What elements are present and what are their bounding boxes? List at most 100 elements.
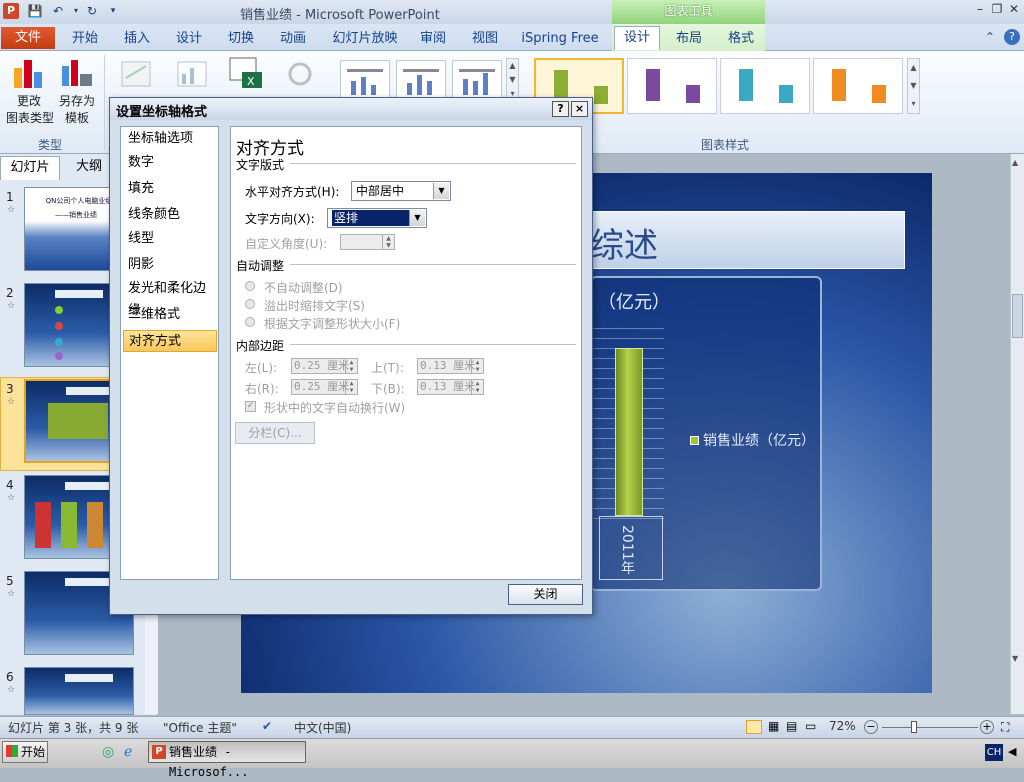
tab-insert[interactable]: 插入 [114, 28, 160, 50]
nav-line-style[interactable]: 线型 [123, 228, 217, 250]
tab-slides[interactable]: 幻灯片 [0, 156, 60, 180]
right-margin-spinner[interactable]: 0.25 厘米 ▲ ▼ [291, 379, 358, 395]
help-icon[interactable]: ? [1004, 29, 1020, 45]
tab-design[interactable]: 设计 [166, 28, 212, 50]
normal-view-icon[interactable] [746, 720, 762, 734]
dialog-help-icon[interactable]: ? [552, 101, 569, 117]
zoom-slider-track[interactable] [882, 727, 978, 728]
select-data-icon[interactable] [174, 58, 210, 90]
slide-sorter-view-icon[interactable]: ▦ [768, 719, 779, 733]
tab-slide-show[interactable]: 幻灯片放映 [326, 28, 404, 50]
reading-view-icon[interactable]: ▤ [786, 719, 797, 733]
undo-dropdown-icon[interactable]: ▾ [68, 3, 84, 19]
ie-icon[interactable]: ℯ [124, 744, 132, 760]
text-direction-select[interactable]: 竖排 ▼ [327, 208, 427, 228]
radio-shrink-on-overflow[interactable] [245, 299, 255, 309]
layout-gallery-scroll[interactable]: ▲ ▼ ▾ [506, 58, 519, 102]
change-chart-type-label2[interactable]: 图表类型 [4, 109, 56, 126]
h-align-select[interactable]: 中部居中 ▼ [351, 181, 451, 201]
spinner-arrows-icon[interactable]: ▲ ▼ [345, 359, 357, 373]
ime-help-icon[interactable]: ◀ [1008, 745, 1016, 758]
spinner-arrows-icon[interactable]: ▲ ▼ [382, 235, 394, 249]
dialog-close-icon[interactable]: × [571, 101, 588, 117]
fit-to-window-icon[interactable]: ⛶ [1001, 720, 1009, 735]
change-chart-type-label1[interactable]: 更改 [6, 92, 52, 109]
nav-number[interactable]: 数字 [123, 152, 217, 174]
style-gallery-scroll[interactable]: ▲ ▼ ▾ [907, 58, 920, 114]
refresh-data-icon[interactable] [282, 58, 318, 90]
wrap-text-checkbox[interactable]: ✓ [245, 401, 256, 412]
tab-review[interactable]: 审阅 [410, 28, 456, 50]
undo-icon[interactable]: ↶ [50, 3, 66, 19]
tab-chart-layout[interactable]: 布局 [666, 28, 712, 50]
spinner-arrows-icon[interactable]: ▲ ▼ [345, 380, 357, 394]
scroll-up-icon[interactable]: ▲ [1012, 158, 1018, 167]
chart-layout-thumb-1[interactable] [340, 60, 390, 100]
minimize-icon[interactable]: – [972, 2, 988, 16]
customize-toolbar-icon[interactable]: ▾ [105, 3, 121, 19]
legend-label[interactable]: 销售业绩（亿元） [703, 430, 818, 452]
slide-title[interactable]: 综述 [590, 218, 658, 267]
nav-shadow[interactable]: 阴影 [123, 254, 217, 276]
close-button[interactable]: 关闭 [508, 584, 583, 605]
tab-chart-format[interactable]: 格式 [718, 28, 764, 50]
chevron-down-icon[interactable]: ▼ [433, 183, 449, 199]
chart-bar[interactable] [615, 348, 643, 516]
quicklaunch-icon[interactable]: ◎ [102, 744, 114, 760]
tab-home[interactable]: 开始 [62, 28, 108, 50]
nav-axis-options[interactable]: 坐标轴选项 [123, 128, 217, 150]
scroll-down-icon[interactable]: ▼ [1012, 654, 1018, 663]
zoom-level[interactable]: 72% [829, 719, 856, 733]
taskbar-powerpoint-item[interactable]: 销售业绩 - Microsof... [148, 741, 306, 779]
chart-layout-thumb-2[interactable] [396, 60, 446, 100]
chart-style-orange[interactable] [813, 58, 903, 114]
save-as-template-label2[interactable]: 模板 [56, 109, 98, 126]
save-as-template-label1[interactable]: 另存为 [56, 92, 98, 109]
vertical-scrollbar[interactable]: ▲ ▼ [1010, 154, 1024, 714]
nav-glow-soft-edges[interactable]: 发光和柔化边缘 [123, 278, 217, 318]
left-margin-spinner[interactable]: 0.25 厘米 ▲ ▼ [291, 358, 358, 374]
ribbon-minimize-icon[interactable]: ⌃ [985, 30, 995, 44]
tab-ispring[interactable]: iSpring Free [516, 28, 604, 50]
slide-thumbnail-6[interactable] [24, 667, 134, 715]
tab-view[interactable]: 视图 [462, 28, 508, 50]
zoom-in-icon[interactable]: + [980, 720, 994, 734]
tab-transitions[interactable]: 切换 [218, 28, 264, 50]
slideshow-view-icon[interactable]: ▭ [805, 719, 816, 733]
nav-fill[interactable]: 填充 [123, 178, 217, 200]
ime-indicator[interactable]: CH [985, 744, 1003, 761]
proofing-icon[interactable]: ✔ [262, 719, 272, 733]
tab-outline[interactable]: 大纲 [64, 156, 114, 180]
bottom-margin-spinner[interactable]: 0.13 厘米 ▲ ▼ [417, 379, 484, 395]
edit-data-icon[interactable]: X [228, 56, 264, 90]
redo-icon[interactable]: ↻ [84, 3, 100, 19]
chart-style-purple[interactable] [627, 58, 717, 114]
columns-button[interactable]: 分栏(C)... [235, 422, 315, 444]
nav-alignment[interactable]: 对齐方式 [123, 330, 217, 352]
tab-animations[interactable]: 动画 [270, 28, 316, 50]
custom-angle-spinner[interactable]: ▲ ▼ [340, 234, 395, 250]
language-status[interactable]: 中文(中国) [294, 719, 351, 736]
close-window-icon[interactable]: ✕ [1006, 2, 1022, 16]
zoom-out-icon[interactable]: − [864, 720, 878, 734]
restore-icon[interactable]: ❐ [989, 2, 1005, 16]
switch-row-column-icon[interactable] [118, 58, 154, 90]
x-axis-tick-label[interactable]: 2011年 [617, 525, 637, 575]
save-icon[interactable]: 💾 [27, 3, 43, 19]
nav-3d-format[interactable]: 三维格式 [123, 304, 217, 326]
chart-title[interactable]: （亿元） [598, 288, 670, 314]
nav-line-color[interactable]: 线条颜色 [123, 204, 217, 226]
radio-no-autofit[interactable] [245, 281, 255, 291]
top-margin-spinner[interactable]: 0.13 厘米 ▲ ▼ [417, 358, 484, 374]
tab-file[interactable]: 文件 [1, 27, 55, 49]
chart-style-blue[interactable] [720, 58, 810, 114]
change-chart-type-icon[interactable] [12, 56, 46, 90]
chart-layout-thumb-3[interactable] [452, 60, 502, 100]
powerpoint-app-icon[interactable]: P [3, 3, 19, 19]
scroll-thumb[interactable] [1012, 294, 1023, 338]
spinner-arrows-icon[interactable]: ▲ ▼ [471, 380, 483, 394]
spinner-arrows-icon[interactable]: ▲ ▼ [471, 359, 483, 373]
chevron-down-icon[interactable]: ▼ [409, 210, 425, 226]
save-as-template-icon[interactable] [60, 56, 94, 90]
theme-status[interactable]: "Office 主题" [163, 719, 237, 736]
